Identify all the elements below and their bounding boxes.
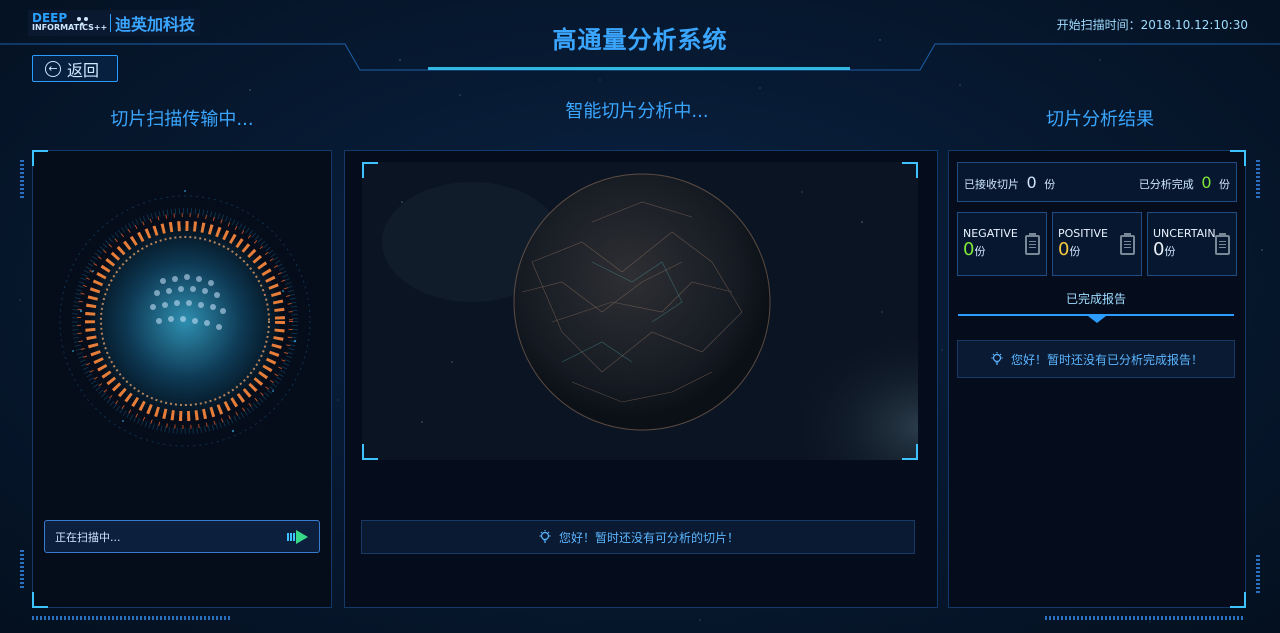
lightbulb-icon xyxy=(539,530,551,543)
stat-number: 0 xyxy=(1153,239,1165,260)
scan-status-text: 正在扫描中... xyxy=(55,530,121,544)
analysis-globe-animation xyxy=(362,162,918,460)
viewer-corner-bl xyxy=(362,444,378,460)
no-reports-notice: 您好！暂时还没有已分析完成报告！ xyxy=(957,340,1235,378)
report-tab-caret xyxy=(1088,316,1106,323)
no-slides-notice: 您好！暂时还没有可分析的切片！ xyxy=(361,520,915,554)
stat-unit: 份 xyxy=(1069,245,1081,258)
app-root: DEEP INFORMATICS++ 迪英加科技 高通量分析系统 开始扫描时间：… xyxy=(0,0,1280,633)
left-tick-decoration xyxy=(20,160,24,200)
stat-number: 0 xyxy=(1058,239,1070,260)
corner-decoration xyxy=(1230,592,1246,608)
scan-time-label: 开始扫描时间： xyxy=(1056,18,1141,32)
middle-section-title: 智能切片分析中... xyxy=(565,101,709,122)
clipboard-icon xyxy=(1025,233,1040,255)
received-count: 0 xyxy=(1026,172,1037,192)
corner-decoration xyxy=(32,592,48,608)
back-arrow-icon: ← xyxy=(45,60,61,77)
play-arrow-icon xyxy=(287,529,308,544)
clipboard-icon xyxy=(1215,233,1230,255)
slide-count-bar: 已接收切片 0 份 已分析完成 0 份 xyxy=(957,162,1237,202)
right-tick-decoration xyxy=(1256,160,1260,200)
left-section-title: 切片扫描传输中... xyxy=(110,109,254,130)
received-unit: 份 xyxy=(1044,177,1056,191)
scanning-globe-animation xyxy=(59,190,311,447)
scan-start-time: 开始扫描时间：2018.10.12:10:30 xyxy=(1057,16,1248,33)
no-reports-text: 您好！暂时还没有已分析完成报告！ xyxy=(1010,352,1203,367)
received-slides: 已接收切片 0 份 xyxy=(964,173,1055,192)
bottom-tick-left xyxy=(32,616,232,620)
viewer-corner-br xyxy=(902,444,918,460)
right-section-title: 切片分析结果 xyxy=(1046,109,1154,130)
stat-number: 0 xyxy=(963,239,975,260)
bottom-tick-right xyxy=(1045,616,1245,620)
stat-card-negative[interactable]: NEGATIVE 0份 xyxy=(957,212,1047,276)
analyzed-count: 0 xyxy=(1201,172,1212,192)
viewer-corner-tr xyxy=(902,162,918,178)
viewer-corner-tl xyxy=(362,162,378,178)
stat-unit: 份 xyxy=(1164,245,1176,258)
stat-card-uncertain[interactable]: UNCERTAIN 0份 xyxy=(1147,212,1237,276)
stat-unit: 份 xyxy=(974,245,986,258)
scan-status-bar: 正在扫描中... xyxy=(44,520,320,553)
back-button-label: 返回 xyxy=(67,60,100,80)
left-tick-decoration-bottom xyxy=(20,550,24,590)
stat-card-positive[interactable]: POSITIVE 0份 xyxy=(1052,212,1142,276)
analyzed-unit: 份 xyxy=(1219,177,1230,191)
analyzed-label: 已分析完成 xyxy=(1138,177,1194,191)
back-button[interactable]: ← 返回 xyxy=(32,55,118,82)
right-tick-decoration-bottom xyxy=(1256,555,1260,595)
scan-time-value: 2018.10.12:10:30 xyxy=(1140,18,1248,32)
lightbulb-icon xyxy=(991,352,1003,365)
slide-analysis-viewer xyxy=(362,162,918,460)
received-label: 已接收切片 xyxy=(964,177,1019,191)
analyzed-slides: 已分析完成 0 份 xyxy=(1139,173,1230,192)
tab-completed-reports[interactable]: 已完成报告 xyxy=(958,290,1234,307)
no-slides-text: 您好！暂时还没有可分析的切片！ xyxy=(558,530,739,545)
corner-decoration xyxy=(32,150,48,166)
clipboard-icon xyxy=(1120,233,1135,255)
